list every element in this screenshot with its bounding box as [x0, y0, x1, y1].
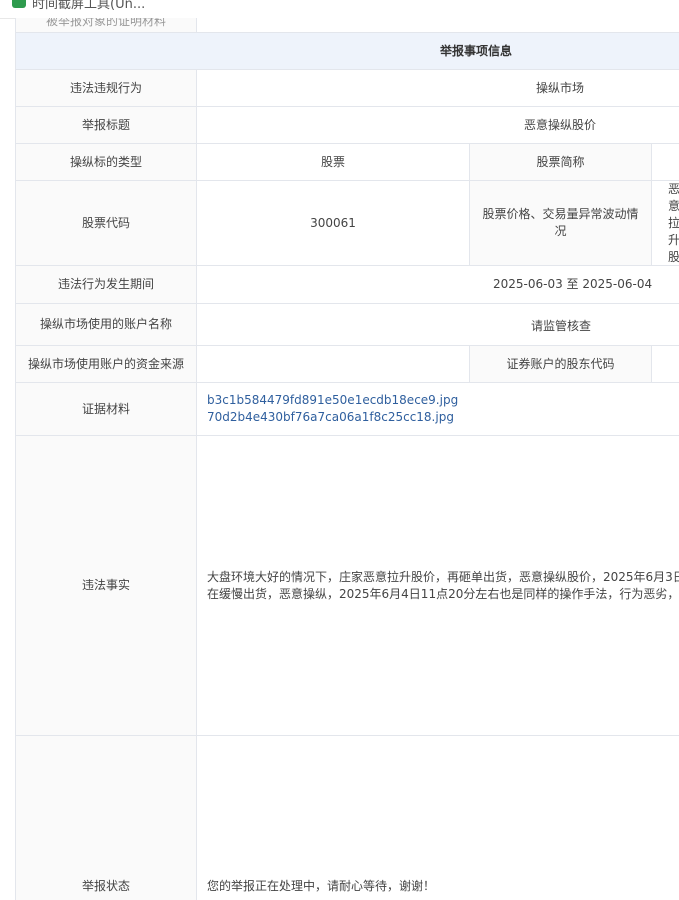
account-name-value-cell: 请监管核查	[197, 304, 679, 346]
facts-label: 违法事实	[81, 578, 130, 592]
status-value-cell: 您的举报正在处理中，请耐心等待，谢谢！	[197, 736, 679, 900]
report-detail-table: 被举报对象的证明材料 举报事项信息 违法违规行为 操纵市场 举报标题 恶意操纵股…	[15, 18, 679, 900]
period-value: 2025-06-03 至 2025-06-04	[493, 277, 653, 291]
facts-label-cell: 违法事实	[16, 436, 197, 736]
evidence-label: 证据材料	[81, 401, 130, 416]
shareholder-code-value-cell	[652, 346, 679, 383]
facts-text-line: 在缓慢出货，恶意操纵，2025年6月4日11点20分左右也是同样的操作手法，行为…	[207, 586, 679, 601]
violation-type-label: 违法违规行为	[69, 80, 142, 95]
section-title: 举报事项信息	[439, 43, 512, 58]
shareholder-code-label-cell: 证券账户的股东代码	[470, 346, 652, 383]
shareholder-code-label: 证券账户的股东代码	[506, 356, 615, 371]
evidence-label-cell: 证据材料	[16, 383, 197, 436]
price-anomaly-value-cell: 大盘环境大好的情况下，庄家恶意拉升股价，再砸单出货，正在缓慢出货	[652, 181, 679, 266]
fund-source-label: 操纵市场使用账户的资金来源	[27, 356, 184, 371]
account-name-label: 操纵市场使用的账户名称	[39, 317, 172, 331]
stock-code-label: 股票代码	[81, 215, 130, 230]
target-type-label: 操纵标的类型	[69, 154, 142, 169]
report-title-value: 恶意操纵股价	[524, 117, 597, 132]
top-row-value-cell	[197, 18, 679, 33]
price-anomaly-label-cell: 股票价格、交易量异常波动情况	[470, 181, 652, 266]
stock-code-label-cell: 股票代码	[16, 181, 197, 266]
stock-short-name-label-cell: 股票简称	[470, 144, 652, 181]
top-row-label-cell: 被举报对象的证明材料	[16, 18, 197, 33]
period-label: 违法行为发生期间	[57, 277, 154, 291]
status-value: 您的举报正在处理中，请耐心等待，谢谢！	[207, 879, 436, 893]
stock-short-name-value-cell	[652, 144, 679, 181]
evidence-file-link[interactable]: 70d2b4e430bf76a7ca06a1f8c25cc18.jpg	[207, 409, 454, 426]
violation-type-value: 操纵市场	[536, 80, 585, 95]
violation-type-value-cell: 操纵市场	[197, 70, 679, 107]
status-label: 举报状态	[81, 879, 130, 893]
price-anomaly-value: 大盘环境大好的情况下，庄家恶意拉升股价，再砸单出货，正在缓慢出货	[668, 181, 679, 264]
price-anomaly-label: 股票价格、交易量异常波动情况	[482, 207, 639, 238]
top-row-label: 被举报对象的证明材料	[45, 18, 166, 28]
period-label-cell: 违法行为发生期间	[16, 266, 197, 304]
target-type-value: 股票	[320, 154, 345, 169]
section-header: 举报事项信息	[16, 33, 679, 70]
tab-title[interactable]: 时间截屏工具(Un...	[32, 0, 145, 12]
facts-value-cell: 大盘环境大好的情况下，庄家恶意拉升股价，再砸单出货，恶意操纵股价，2025年6月…	[197, 436, 679, 736]
stock-short-name-label: 股票简称	[536, 154, 585, 169]
account-name-value: 请监管核查	[531, 319, 592, 333]
report-title-value-cell: 恶意操纵股价	[197, 107, 679, 144]
evidence-file-link[interactable]: b3c1b584479fd891e50e1ecdb18ece9.jpg	[207, 392, 458, 409]
stock-code-value-cell: 300061	[197, 181, 470, 266]
stock-code-value: 300061	[310, 215, 356, 230]
evidence-files-cell: b3c1b584479fd891e50e1ecdb18ece9.jpg 70d2…	[197, 383, 679, 436]
violation-type-label-cell: 违法违规行为	[16, 70, 197, 107]
facts-text-line: 大盘环境大好的情况下，庄家恶意拉升股价，再砸单出货，恶意操纵股价，2025年6月…	[207, 569, 679, 584]
fund-source-label-cell: 操纵市场使用账户的资金来源	[16, 346, 197, 383]
fund-source-value-cell	[197, 346, 470, 383]
report-title-label-cell: 举报标题	[16, 107, 197, 144]
account-name-label-cell: 操纵市场使用的账户名称	[16, 304, 197, 346]
period-value-cell: 2025-06-03 至 2025-06-04	[197, 266, 679, 304]
target-type-value-cell: 股票	[197, 144, 470, 181]
window-tab-bar: 时间截屏工具(Un...	[0, 0, 679, 19]
app-icon	[12, 0, 26, 8]
report-title-label: 举报标题	[81, 117, 130, 132]
target-type-label-cell: 操纵标的类型	[16, 144, 197, 181]
status-label-cell: 举报状态	[16, 736, 197, 900]
